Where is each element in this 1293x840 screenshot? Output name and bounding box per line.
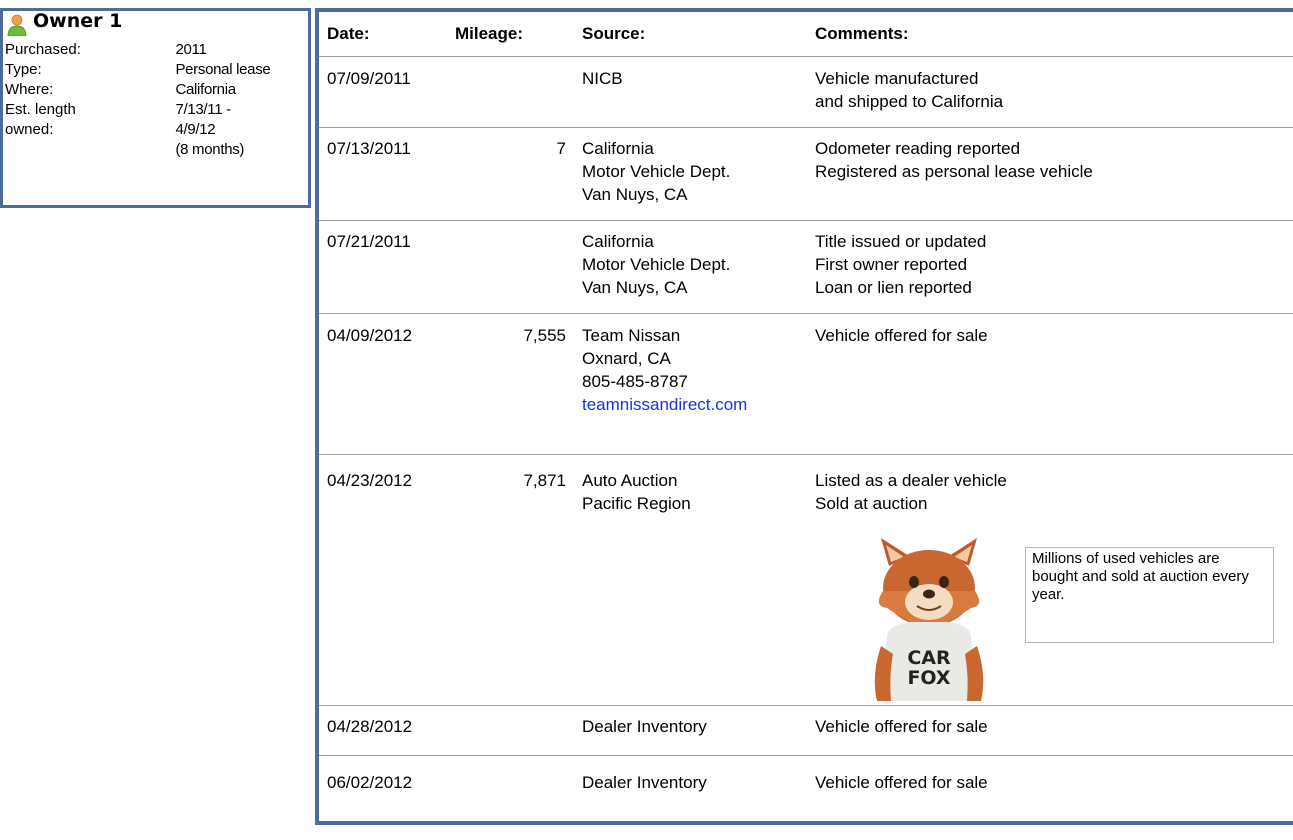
source-line: Motor Vehicle Dept. <box>582 255 731 274</box>
table-header-row: Date: Mileage: Source: Comments: <box>319 12 1293 57</box>
table-row: 06/02/2012 Dealer Inventory Vehicle offe… <box>319 756 1293 825</box>
table-row: 07/09/2011 NICB Vehicle manufactured and… <box>319 57 1293 128</box>
table-row: 04/09/2012 7,555 Team Nissan Oxnard, CA … <box>319 314 1293 455</box>
cell-date: 07/09/2011 <box>327 69 411 88</box>
comment-line: Sold at auction <box>815 494 928 513</box>
table-row: 04/23/2012 7,871 Auto Auction Pacific Re… <box>319 455 1293 527</box>
history-table: Date: Mileage: Source: Comments: 07/09/2… <box>315 8 1293 825</box>
comment-line: Vehicle offered for sale <box>815 326 988 345</box>
owner-row-type: Type: Personal lease <box>5 60 305 80</box>
owner-value: 7/13/11 - 4/9/12 (8 months) <box>175 100 305 160</box>
owner-label: Where: <box>5 81 54 98</box>
source-line: Van Nuys, CA <box>582 278 688 297</box>
cell-source: Auto Auction Pacific Region <box>582 469 691 515</box>
shirt-text: CAR <box>907 647 951 669</box>
owner-value: California <box>175 81 236 98</box>
source-line: Dealer Inventory <box>582 717 707 736</box>
owner-title: Owner 1 <box>33 10 123 32</box>
header-source: Source: <box>582 24 646 43</box>
cell-comments: Vehicle offered for sale <box>815 715 988 738</box>
table-row: 07/13/2011 7 California Motor Vehicle De… <box>319 128 1293 221</box>
owner-header: Owner 1 <box>3 10 308 37</box>
owner-row-where: Where: California <box>5 80 305 100</box>
source-line: NICB <box>582 69 623 88</box>
owner-value-line: 4/9/12 <box>175 121 216 138</box>
table-row: 07/21/2011 California Motor Vehicle Dept… <box>319 221 1293 314</box>
person-icon <box>7 14 27 36</box>
comment-line: Title issued or updated <box>815 232 987 251</box>
source-line: Van Nuys, CA <box>582 185 688 204</box>
carfox-mascot-icon: CAR FOX <box>874 538 984 701</box>
comment-line: and shipped to California <box>815 92 1004 111</box>
owner-label-line: Est. length <box>5 101 76 118</box>
comment-line: Loan or lien reported <box>815 278 972 297</box>
source-line: Motor Vehicle Dept. <box>582 162 731 181</box>
cell-comments: Vehicle offered for sale <box>815 324 988 347</box>
source-line: Oxnard, CA <box>582 349 671 368</box>
source-line: Pacific Region <box>582 494 691 513</box>
cell-source: California Motor Vehicle Dept. Van Nuys,… <box>582 230 730 299</box>
comment-line: Listed as a dealer vehicle <box>815 471 1007 490</box>
shirt-text: FOX <box>907 667 950 689</box>
source-line: Auto Auction <box>582 471 678 490</box>
cell-source: California Motor Vehicle Dept. Van Nuys,… <box>582 137 730 206</box>
owner-details: Purchased: 2011 Type: Personal lease Whe… <box>5 40 305 160</box>
table-row: 04/28/2012 Dealer Inventory Vehicle offe… <box>319 705 1293 756</box>
owner-card: Owner 1 Purchased: 2011 Type: Personal l… <box>0 8 311 208</box>
cell-source: Team Nissan Oxnard, CA 805-485-8787 team… <box>582 324 747 416</box>
comment-line: Vehicle manufactured <box>815 69 979 88</box>
owner-value: 2011 <box>175 41 207 58</box>
owner-value-line: 7/13/11 - <box>175 101 231 118</box>
owner-value: Personal lease <box>175 61 271 78</box>
header-date: Date: <box>327 24 370 43</box>
cell-date: 07/21/2011 <box>327 232 411 251</box>
header-comments: Comments: <box>815 24 909 43</box>
cell-date: 07/13/2011 <box>327 139 411 158</box>
owner-row-purchased: Purchased: 2011 <box>5 40 305 60</box>
cell-source: NICB <box>582 67 623 90</box>
cell-source: Dealer Inventory <box>582 715 707 738</box>
cell-comments: Odometer reading reported Registered as … <box>815 137 1093 183</box>
source-line: California <box>582 232 654 251</box>
dealer-website-link[interactable]: teamnissandirect.com <box>582 393 747 416</box>
comment-line: Vehicle offered for sale <box>815 773 988 792</box>
cell-date: 04/09/2012 <box>327 326 413 345</box>
cell-comments: Vehicle manufactured and shipped to Cali… <box>815 67 1003 113</box>
owner-label-line: owned: <box>5 121 54 138</box>
owner-value-line: (8 months) <box>175 141 245 158</box>
cell-comments: Vehicle offered for sale <box>815 771 988 794</box>
cell-mileage: 7 <box>556 139 566 158</box>
owner-row-length: Est. length owned: 7/13/11 - 4/9/12 (8 m… <box>5 100 305 160</box>
source-line: Team Nissan <box>582 326 681 345</box>
cell-mileage: 7,871 <box>523 471 566 490</box>
cell-date: 04/23/2012 <box>327 471 413 490</box>
source-line: Dealer Inventory <box>582 773 707 792</box>
comment-line: First owner reported <box>815 255 968 274</box>
auction-tip: Millions of used vehicles are bought and… <box>1025 547 1274 643</box>
comment-line: Registered as personal lease vehicle <box>815 162 1093 181</box>
comment-line: Vehicle offered for sale <box>815 717 988 736</box>
cell-mileage: 7,555 <box>523 326 566 345</box>
owner-label: Est. length owned: <box>5 100 175 160</box>
source-line: California <box>582 139 654 158</box>
comment-line: Odometer reading reported <box>815 139 1021 158</box>
cell-comments: Title issued or updated First owner repo… <box>815 230 986 299</box>
cell-source: Dealer Inventory <box>582 771 707 794</box>
cell-date: 06/02/2012 <box>327 773 413 792</box>
cell-comments: Listed as a dealer vehicle Sold at aucti… <box>815 469 1007 515</box>
header-mileage: Mileage: <box>455 24 524 43</box>
carfox-callout: CAR FOX Millions of used vehicles are bo… <box>319 527 1293 705</box>
owner-label: Purchased: <box>5 41 81 58</box>
owner-label: Type: <box>5 61 42 78</box>
source-line: 805-485-8787 <box>582 372 688 391</box>
cell-date: 04/28/2012 <box>327 717 413 736</box>
